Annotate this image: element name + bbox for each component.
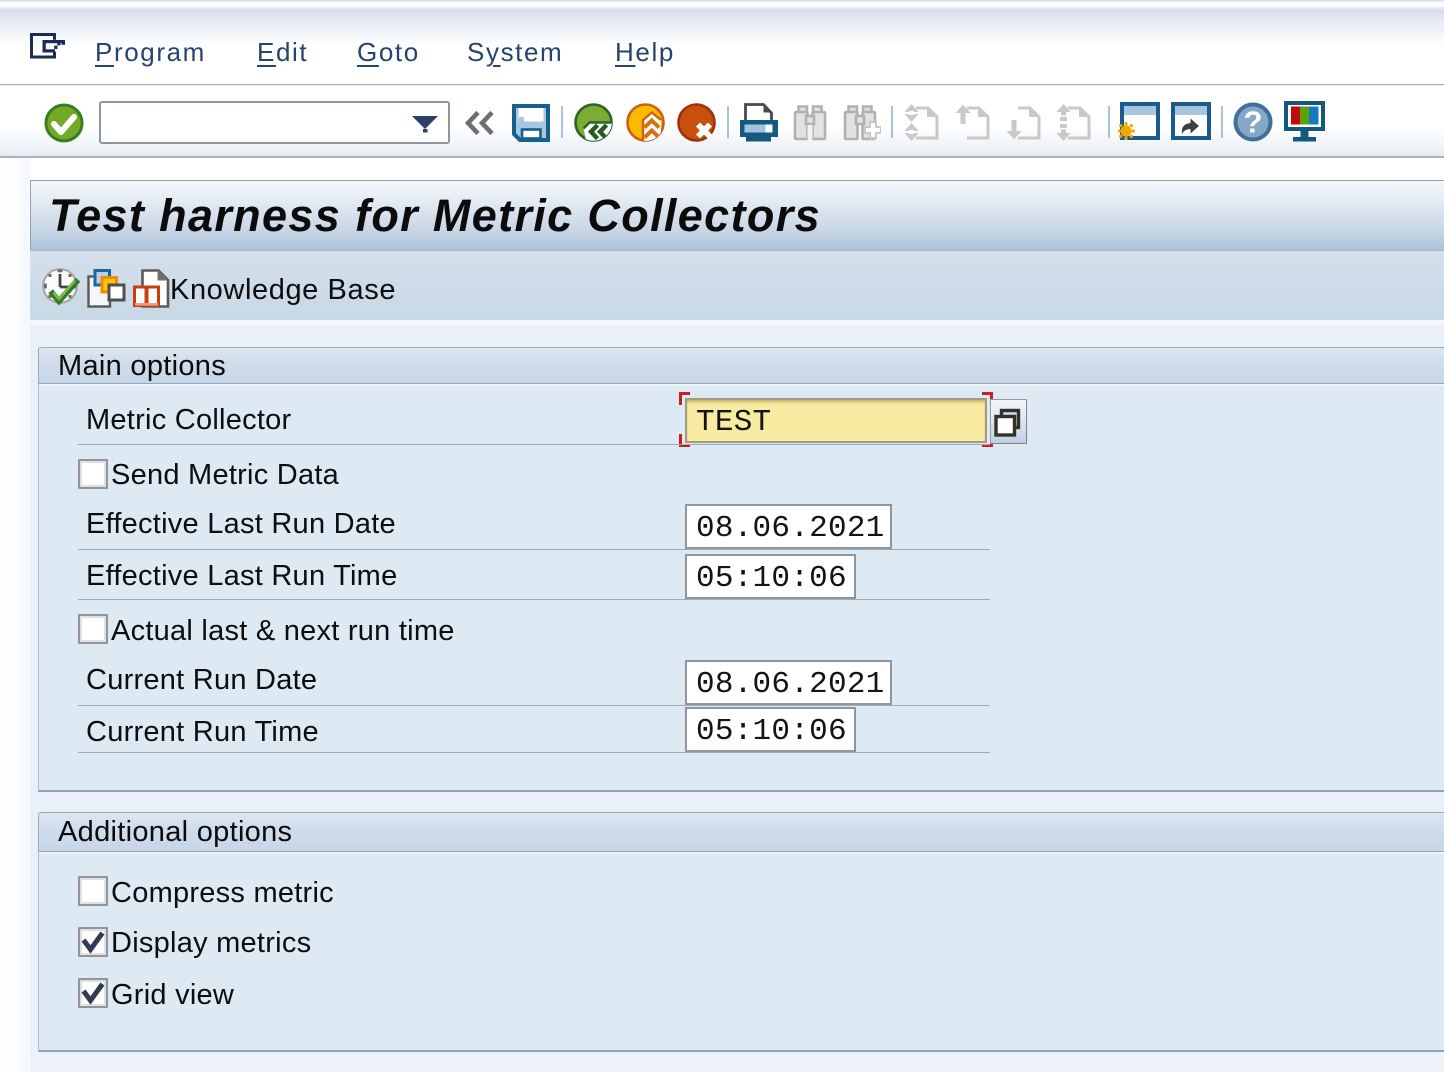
svg-text:?: ? xyxy=(1244,105,1263,140)
